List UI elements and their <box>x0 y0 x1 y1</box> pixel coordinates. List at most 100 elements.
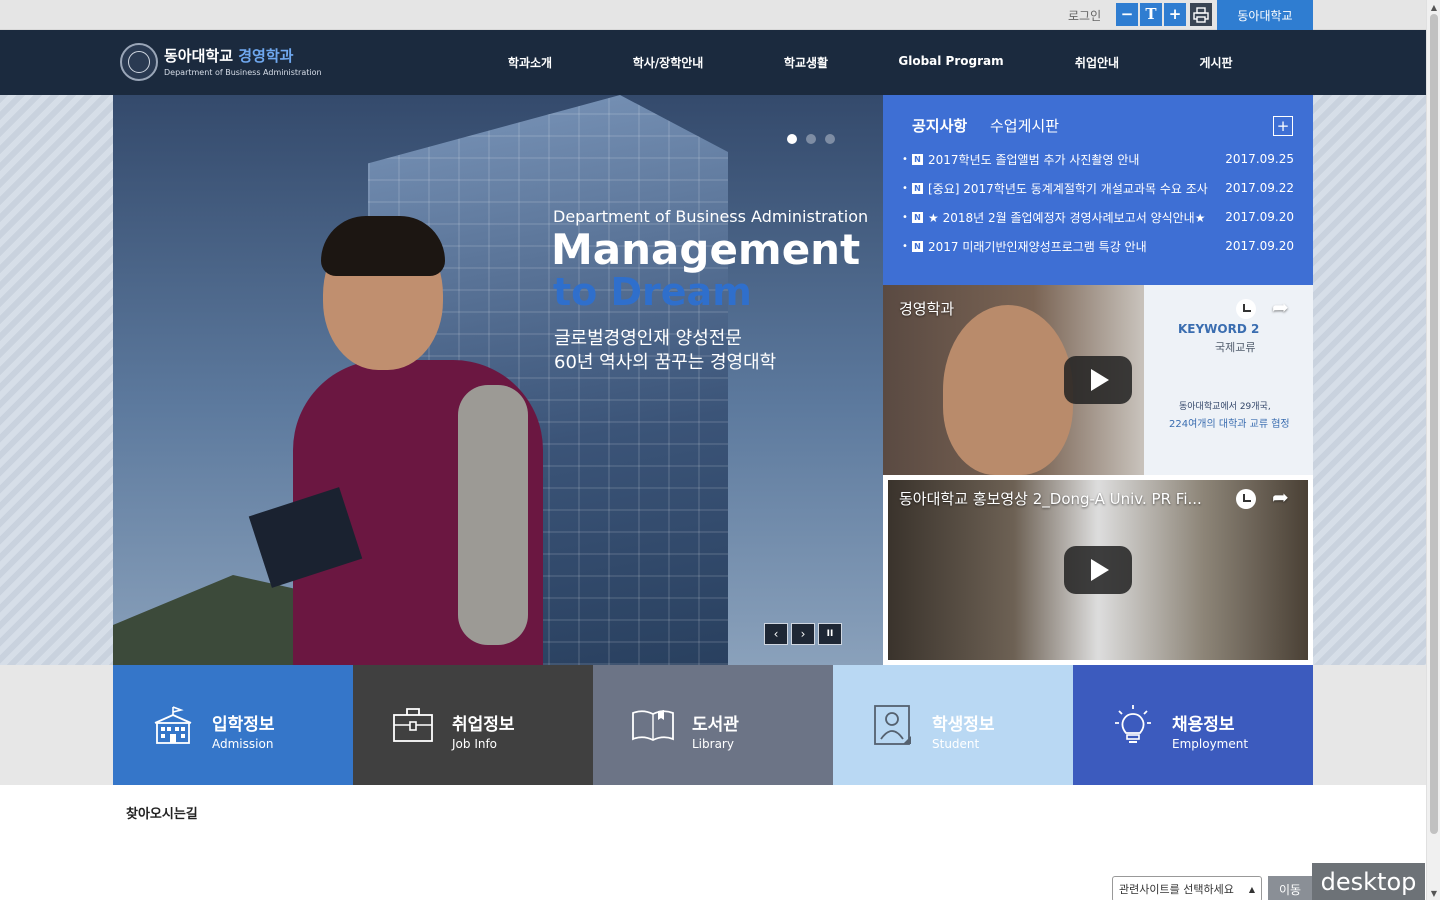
bullet-icon: • <box>902 182 908 194</box>
video-keyword-sub: 국제교류 <box>1215 341 1256 354</box>
notice-title[interactable]: 2017학년도 졸업앨범 추가 사진촬영 안내 <box>928 151 1224 168</box>
quick-link-employment[interactable]: 채용정보 Employment <box>1073 665 1313 785</box>
notice-date: 2017.09.22 <box>1225 181 1294 195</box>
directions-link[interactable]: 찾아오시는길 <box>126 803 198 822</box>
notice-item[interactable]: • N [중요] 2017학년도 동계계절학기 개설교과목 수요 조사 2017… <box>902 178 1294 198</box>
bullet-icon: • <box>902 240 908 252</box>
briefcase-icon <box>393 708 433 742</box>
zoom-out-button[interactable]: − <box>1116 3 1138 26</box>
nav-item-campus-life[interactable]: 학교생활 <box>784 54 828 71</box>
new-badge-icon: N <box>912 240 923 252</box>
notice-item[interactable]: • N 2017학년도 졸업앨범 추가 사진촬영 안내 2017.09.25 <box>902 149 1294 169</box>
more-button[interactable]: + <box>1273 116 1293 136</box>
hero-student-image <box>248 216 563 665</box>
slider-pagination <box>787 134 835 144</box>
scrollbar-thumb[interactable] <box>1430 14 1438 834</box>
quick-link-sublabel: Student <box>932 737 980 751</box>
go-button[interactable]: 이동 <box>1268 876 1312 900</box>
notice-title[interactable]: [중요] 2017학년도 동계계절학기 개설교과목 수요 조사 <box>928 180 1224 197</box>
slider-next-button[interactable]: › <box>791 623 815 645</box>
video-title[interactable]: 동아대학교 홍보영상 2_Dong-A Univ. PR Fi... <box>899 488 1202 509</box>
quick-link-library[interactable]: 도서관 Library <box>593 665 833 785</box>
video-embed-2[interactable]: 동아대학교 홍보영상 2_Dong-A Univ. PR Fi... ➦ <box>883 475 1313 665</box>
video-title[interactable]: 경영학과 <box>899 298 954 319</box>
open-book-icon <box>632 710 674 742</box>
select-arrows-icon: ▲ <box>1248 884 1255 894</box>
video-thumbnail-face <box>943 305 1073 475</box>
quick-link-label: 도서관 <box>692 715 739 735</box>
quick-link-admission[interactable]: 입학정보 Admission <box>113 665 353 785</box>
notice-panel: 공지사항 수업게시판 + • N 2017학년도 졸업앨범 추가 사진촬영 안내… <box>883 95 1313 285</box>
slider-dot[interactable] <box>787 134 797 144</box>
logo-title-accent: 경영학과 <box>238 47 294 65</box>
video-caption-1: 동아대학교에서 29개국, <box>1179 402 1271 412</box>
related-sites-select[interactable]: 관련사이트를 선택하세요 ▲ <box>1112 876 1262 900</box>
hero-subtitle: Department of Business Administration <box>553 207 869 226</box>
text-size-button[interactable]: T <box>1140 3 1162 26</box>
logo-title-main: 동아대학교 <box>164 47 234 65</box>
nav-item-board[interactable]: 게시판 <box>1199 54 1232 71</box>
quick-link-label: 입학정보 <box>212 715 275 735</box>
quick-link-student[interactable]: 학생정보 Student <box>833 665 1073 785</box>
school-building-icon <box>154 706 192 744</box>
notice-date: 2017.09.20 <box>1225 239 1294 253</box>
slider-dot[interactable] <box>825 134 835 144</box>
utility-bar: 로그인 − T + 동아대학교 <box>0 0 1426 30</box>
print-icon <box>1193 6 1209 23</box>
scroll-down-icon[interactable]: ▼ <box>1427 886 1440 900</box>
new-badge-icon: N <box>912 211 923 223</box>
play-button[interactable] <box>1064 356 1132 404</box>
university-emblem-icon[interactable] <box>120 43 158 81</box>
notice-item[interactable]: • N 2017 미래기반인재양성프로그램 특강 안내 2017.09.20 <box>902 236 1294 256</box>
hero-tagline-2: 60년 역사의 꿈꾸는 경영대학 <box>554 352 777 373</box>
login-link[interactable]: 로그인 <box>1068 7 1101 24</box>
share-icon[interactable]: ➦ <box>1272 485 1289 509</box>
zoom-in-button[interactable]: + <box>1164 3 1186 26</box>
bullet-icon: • <box>902 211 908 223</box>
tab-notice[interactable]: 공지사항 <box>912 115 967 136</box>
header: 동아대학교 경영학과 Department of Business Admini… <box>0 30 1426 95</box>
scroll-up-icon[interactable]: ▲ <box>1427 0 1440 14</box>
nav-item-academic[interactable]: 학사/장학안내 <box>633 54 704 71</box>
watch-later-icon[interactable] <box>1236 489 1256 509</box>
related-sites-select-value: 관련사이트를 선택하세요 <box>1119 883 1234 896</box>
quick-link-label: 취업정보 <box>452 715 515 735</box>
logo-title[interactable]: 동아대학교 경영학과 <box>164 45 293 66</box>
notice-item[interactable]: • N ★ 2018년 2월 졸업예정자 경영사례보고서 양식안내★ 2017.… <box>902 207 1294 227</box>
student-profile-icon <box>874 705 911 745</box>
hero-slider: Department of Business Administration Ma… <box>113 95 883 665</box>
hero-tagline-1: 글로벌경영인재 양성전문 <box>554 328 742 349</box>
slider-prev-button[interactable]: ‹ <box>764 623 788 645</box>
video-caption-2: 224여개의 대학과 교류 협정 <box>1169 419 1290 430</box>
slider-pause-button[interactable]: II <box>818 623 842 645</box>
print-button[interactable] <box>1190 3 1212 26</box>
watch-later-icon[interactable] <box>1236 299 1256 319</box>
quick-link-sublabel: Admission <box>212 737 274 751</box>
slider-dot[interactable] <box>806 134 816 144</box>
new-badge-icon: N <box>912 182 923 194</box>
new-badge-icon: N <box>912 153 923 165</box>
donga-univ-button[interactable]: 동아대학교 <box>1217 0 1313 30</box>
play-button[interactable] <box>1064 546 1132 594</box>
notice-title[interactable]: ★ 2018년 2월 졸업예정자 경영사례보고서 양식안내★ <box>928 209 1224 226</box>
tab-class-board[interactable]: 수업게시판 <box>990 115 1059 136</box>
video-embed-1[interactable]: KEYWORD 2 국제교류 동아대학교에서 29개국, 224여개의 대학과 … <box>883 285 1313 475</box>
share-icon[interactable]: ➦ <box>1272 295 1289 319</box>
quick-link-label: 채용정보 <box>1172 715 1235 735</box>
video-keyword: KEYWORD 2 <box>1178 322 1260 336</box>
notice-title[interactable]: 2017 미래기반인재양성프로그램 특강 안내 <box>928 238 1224 255</box>
hero-title: Management <box>551 225 861 274</box>
nav-item-global-program[interactable]: Global Program <box>898 54 1003 68</box>
quick-link-sublabel: Library <box>692 737 734 751</box>
quick-link-job-info[interactable]: 취업정보 Job Info <box>353 665 593 785</box>
quick-link-label: 학생정보 <box>932 715 995 735</box>
quick-link-sublabel: Employment <box>1172 737 1249 751</box>
page-scrollbar[interactable]: ▲ ▼ <box>1426 0 1440 900</box>
nav-item-career[interactable]: 취업안내 <box>1075 54 1119 71</box>
bullet-icon: • <box>902 153 908 165</box>
hero-title-secondary: to Dream <box>553 270 752 314</box>
desktop-view-button[interactable]: desktop <box>1312 863 1425 900</box>
quick-link-sublabel: Job Info <box>452 737 498 751</box>
nav-item-about[interactable]: 학과소개 <box>508 54 552 71</box>
notice-date: 2017.09.25 <box>1225 152 1294 166</box>
